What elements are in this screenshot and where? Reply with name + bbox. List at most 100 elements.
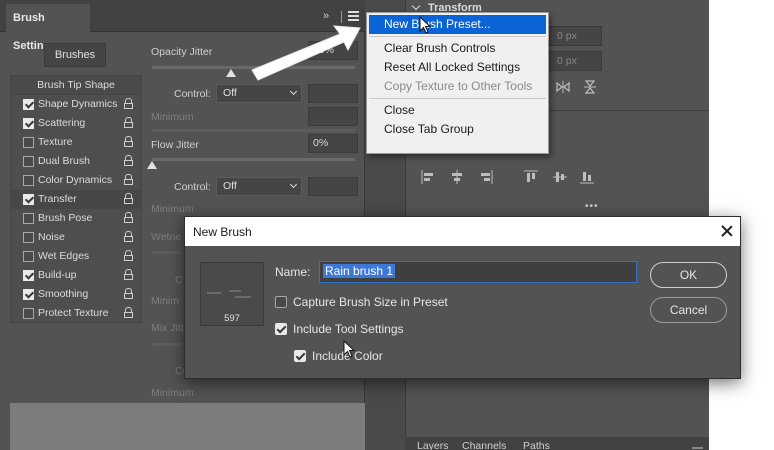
dialog-title: New Brush (193, 225, 252, 239)
menu-item-new-brush-preset[interactable]: New Brush Preset... (369, 15, 546, 34)
opacity-jitter-slider-thumb[interactable] (226, 69, 237, 77)
flow-control-amount-field[interactable] (308, 177, 358, 196)
lock-icon[interactable] (124, 193, 133, 204)
brush-option-checkbox[interactable] (23, 137, 34, 148)
capture-brush-size-label: Capture Brush Size in Preset (293, 295, 448, 309)
menu-item-close-tab-group[interactable]: Close Tab Group (367, 120, 548, 139)
align-middle-icon[interactable] (553, 170, 567, 184)
align-center-icon[interactable] (450, 170, 464, 184)
brush-option-checkbox[interactable] (23, 270, 34, 281)
control-label: Control: (174, 88, 211, 100)
tab-layers[interactable]: Layers (417, 440, 449, 450)
lock-icon[interactable] (124, 212, 133, 223)
transform-x-field[interactable]: 0 px (548, 26, 602, 46)
lock-icon[interactable] (124, 307, 133, 318)
flow-control-select[interactable]: Off (216, 177, 302, 196)
brush-name-value: Rain brush 1 (323, 264, 396, 278)
brush-option-checkbox[interactable] (23, 175, 34, 186)
brushes-button[interactable]: Brushes (44, 43, 106, 67)
brush-option-label: Smoothing (38, 288, 89, 300)
brush-option-item[interactable]: Brush Pose (11, 209, 141, 228)
brush-option-label: Texture (38, 136, 73, 148)
close-icon[interactable] (720, 224, 734, 238)
flow-control-value: Off (223, 180, 237, 192)
brush-size-label: 597 (224, 313, 240, 324)
flow-jitter-field[interactable]: 0% (308, 134, 358, 153)
brush-option-checkbox[interactable] (23, 156, 34, 167)
lock-icon[interactable] (124, 174, 133, 185)
mix-jitter-slider[interactable] (152, 343, 182, 346)
include-tool-settings-checkbox[interactable] (275, 323, 287, 335)
brush-tip-shape-item[interactable]: Brush Tip Shape (11, 76, 141, 95)
lock-icon[interactable] (124, 231, 133, 242)
align-right-icon[interactable] (479, 170, 493, 184)
transform-y-field[interactable]: 0 px (548, 51, 602, 71)
menu-item-copy-texture-to-other-tools: Copy Texture to Other Tools (384, 79, 533, 93)
lock-icon[interactable] (124, 250, 133, 261)
include-tool-settings-label: Include Tool Settings (293, 322, 404, 336)
flow-jitter-slider[interactable] (152, 158, 355, 161)
mouse-cursor-icon (343, 340, 356, 358)
flow-jitter-slider-thumb[interactable] (147, 161, 157, 169)
brush-option-item[interactable]: Dual Brush (11, 152, 141, 171)
lock-icon[interactable] (124, 98, 133, 109)
lock-icon[interactable] (124, 269, 133, 280)
capture-brush-size-checkbox[interactable] (275, 296, 287, 308)
brush-name-input[interactable]: Rain brush 1 (319, 261, 637, 283)
brush-option-label: Shape Dynamics (38, 98, 118, 110)
brush-option-checkbox[interactable] (23, 251, 34, 262)
brush-option-item[interactable]: Texture (11, 133, 141, 152)
wetness-slider[interactable] (152, 251, 182, 254)
lock-icon[interactable] (124, 117, 133, 128)
include-color-checkbox[interactable] (294, 350, 306, 362)
menu-item-reset-all-locked-settings[interactable]: Reset All Locked Settings (367, 58, 548, 77)
minimum-label-3: Minim (151, 295, 179, 307)
lock-icon[interactable] (124, 136, 133, 147)
brush-option-item[interactable]: Color Dynamics (11, 171, 141, 190)
brush-option-checkbox[interactable] (23, 213, 34, 224)
opacity-control-value: Off (223, 87, 237, 99)
flow-jitter-label: Flow Jitter (151, 139, 199, 151)
brush-option-item[interactable]: Transfer (11, 190, 141, 209)
panel-flyout-menu: New Brush Preset... Clear Brush Controls R… (366, 12, 549, 154)
flip-vertical-icon[interactable] (583, 80, 597, 94)
cancel-button[interactable]: Cancel (650, 297, 727, 323)
tab-channels[interactable]: Channels (462, 440, 506, 450)
brush-option-label: Transfer (38, 193, 77, 205)
tab-brush-settings[interactable]: Brush Settings (6, 4, 90, 52)
lock-icon[interactable] (124, 288, 133, 299)
dialog-titlebar (185, 217, 740, 246)
brush-option-item[interactable]: Noise (11, 228, 141, 247)
brush-option-checkbox[interactable] (23, 99, 34, 110)
minimum-label-4: Minimum (151, 387, 194, 399)
minimum-slider[interactable] (152, 129, 355, 132)
tab-paths[interactable]: Paths (523, 440, 550, 450)
panel-menu-icon[interactable] (692, 444, 704, 450)
lock-icon[interactable] (124, 155, 133, 166)
align-bottom-icon[interactable] (580, 170, 594, 184)
menu-item-clear-brush-controls[interactable]: Clear Brush Controls (367, 39, 548, 58)
flip-horizontal-icon[interactable] (556, 80, 570, 94)
brush-option-checkbox[interactable] (23, 308, 34, 319)
chevron-down-icon (289, 87, 298, 96)
brush-option-item[interactable]: Smoothing (11, 285, 141, 304)
more-options-icon[interactable]: ••• (585, 201, 599, 212)
ok-button[interactable]: OK (650, 262, 727, 288)
brush-preview-thumbnail: 597 (200, 262, 264, 326)
brush-option-item[interactable]: Wet Edges (11, 247, 141, 266)
control-label-2: Control: (174, 181, 211, 193)
brush-option-item[interactable]: Scattering (11, 114, 141, 133)
menu-item-close[interactable]: Close (367, 101, 548, 120)
brush-option-checkbox[interactable] (23, 194, 34, 205)
brush-option-checkbox[interactable] (23, 232, 34, 243)
align-top-icon[interactable] (524, 170, 538, 184)
brush-option-item[interactable]: Build-up (11, 266, 141, 285)
brush-option-checkbox[interactable] (23, 118, 34, 129)
brush-stroke-preview (10, 403, 365, 450)
brush-option-item[interactable]: Shape Dynamics (11, 95, 141, 114)
align-left-icon[interactable] (421, 170, 435, 184)
brush-option-item[interactable]: Protect Texture (11, 304, 141, 323)
brush-option-checkbox[interactable] (23, 289, 34, 300)
brush-option-label: Build-up (38, 269, 77, 281)
minimum-field[interactable] (308, 107, 358, 126)
